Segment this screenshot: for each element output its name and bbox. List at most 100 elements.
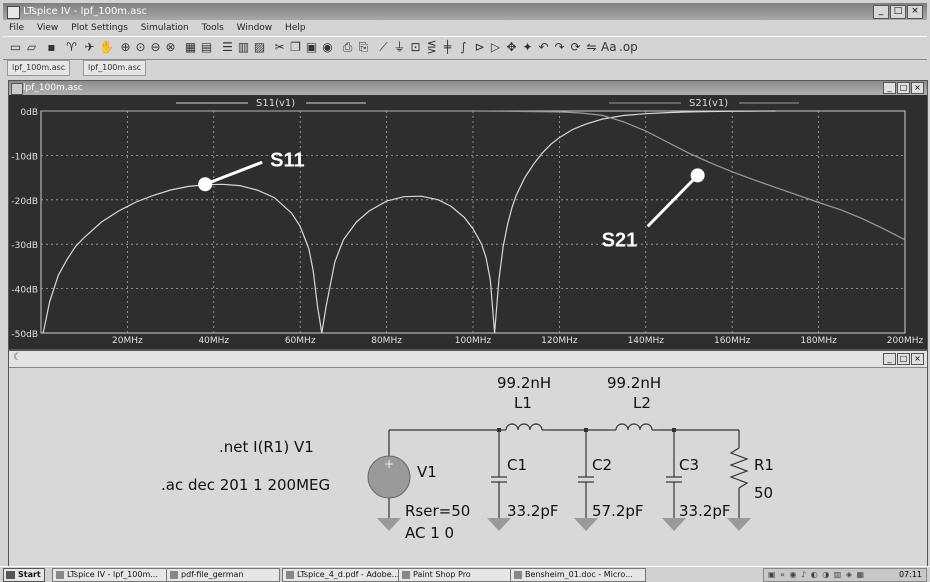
taskbar: Start LTspice IV - lpf_100m... pdf-file_…: [0, 566, 930, 582]
component-icon[interactable]: ▷: [489, 41, 502, 54]
menu-view[interactable]: View: [37, 23, 58, 33]
waveform-window-title: lpf_100m.asc: [23, 83, 83, 93]
pdf-icon: [286, 571, 294, 579]
resistor-icon[interactable]: ⋚: [425, 41, 438, 54]
print-icon[interactable]: ⎘: [357, 41, 370, 54]
series-line-s11v1[interactable]: [42, 110, 776, 334]
halt-icon[interactable]: ✋: [99, 41, 114, 54]
menu-help[interactable]: Help: [285, 23, 306, 33]
menu-simulation[interactable]: Simulation: [141, 23, 189, 33]
wire-icon[interactable]: ⟋: [377, 41, 390, 54]
l2-value: 99.2nH: [607, 374, 662, 392]
schematic-canvas[interactable]: + .net I(R1) V1 .ac dec 201 1 200MEG V1 …: [9, 368, 927, 567]
annotation-pointer: [204, 160, 263, 186]
clock: 07:11: [898, 570, 922, 579]
control-panel-icon[interactable]: ♈: [65, 41, 78, 54]
plus-icon: +: [384, 457, 394, 471]
schematic-restore-button[interactable]: □: [897, 353, 910, 365]
copy-icon[interactable]: ❐: [289, 41, 302, 54]
find-icon[interactable]: ◉: [321, 41, 334, 54]
text-icon[interactable]: Aa: [601, 41, 617, 54]
menu-file[interactable]: File: [9, 23, 24, 33]
drag-icon[interactable]: ✦: [521, 41, 534, 54]
menu-plot-settings[interactable]: Plot Settings: [71, 23, 128, 33]
new-schematic-icon[interactable]: ▭: [9, 41, 22, 54]
ac-directive[interactable]: .ac dec 201 1 200MEG: [161, 476, 330, 494]
taskbar-item-label: LTspice IV - lpf_100m...: [67, 570, 158, 579]
taskbar-item-ltspice[interactable]: LTspice IV - lpf_100m...: [52, 568, 178, 582]
schematic-close-button[interactable]: ×: [911, 353, 924, 365]
zoom-out-icon[interactable]: ⊖: [149, 41, 162, 54]
ground-icon[interactable]: ⏚: [393, 41, 406, 54]
start-button[interactable]: Start: [3, 568, 45, 582]
zoom-fit-icon[interactable]: ⊗: [164, 41, 177, 54]
open-icon[interactable]: ▱: [25, 41, 38, 54]
move-icon[interactable]: ✥: [505, 41, 518, 54]
pan-icon[interactable]: ⊙: [134, 41, 147, 54]
schematic-minimize-button[interactable]: _: [883, 353, 896, 365]
tray-icons[interactable]: ▣ « ◉ ♪ ◐ ◑ ▥ ◈ ▦: [768, 569, 865, 581]
net-directive[interactable]: .net I(R1) V1: [219, 438, 314, 456]
capacitor-icon[interactable]: ╪: [441, 41, 454, 54]
taskbar-item-word[interactable]: Bensheim_01.doc - Micro...: [510, 568, 646, 582]
taskbar-item-acrobat[interactable]: LTspice_4_d.pdf - Adobe...: [282, 568, 410, 582]
folder-icon: [170, 571, 178, 579]
redo-icon[interactable]: ↷: [553, 41, 566, 54]
x-tick-label: 60MHz: [285, 336, 316, 346]
cascade-icon[interactable]: ▨: [253, 41, 266, 54]
label-net-icon[interactable]: ⊡: [409, 41, 422, 54]
maximize-button[interactable]: □: [890, 5, 906, 19]
plot-area[interactable]: 0dB -10dB -20dB -30dB -40dB -50dB 20MHz 40MHz 60…: [9, 95, 927, 349]
r1-resistor[interactable]: [729, 447, 749, 489]
save-icon[interactable]: ▪: [45, 41, 58, 54]
plot-svg: 0dB -10dB -20dB -30dB -40dB -50dB 20MHz 40MHz 60…: [11, 98, 923, 346]
x-tick-label: 100MHz: [455, 336, 492, 346]
schematic-icon: ☾: [13, 352, 22, 363]
l2-inductor[interactable]: [615, 423, 653, 431]
tile-vertical-icon[interactable]: ▥: [237, 41, 250, 54]
legend-label[interactable]: S21(v1): [689, 98, 728, 109]
junction-node: [497, 428, 501, 432]
circuit-drawing: +: [367, 423, 751, 531]
close-button[interactable]: ×: [907, 5, 923, 19]
inductor-icon[interactable]: ∫: [457, 41, 470, 54]
menu-window[interactable]: Window: [237, 23, 273, 33]
taskbar-item-label: LTspice_4_d.pdf - Adobe...: [297, 570, 400, 579]
l1-value: 99.2nH: [497, 374, 552, 392]
paste-icon[interactable]: ▣: [305, 41, 318, 54]
waveform-minimize-button[interactable]: _: [883, 82, 896, 94]
undo-icon[interactable]: ↶: [537, 41, 550, 54]
tile-horizontal-icon[interactable]: ☰: [221, 41, 234, 54]
l1-inductor[interactable]: [505, 423, 543, 431]
schematic-title-bar: ☾ _ □ ×: [9, 351, 927, 368]
cut-icon[interactable]: ✂: [273, 41, 286, 54]
waveform-close-button[interactable]: ×: [911, 82, 924, 94]
tab-schematic[interactable]: lpf_100m.asc: [7, 60, 71, 76]
c2-value: 57.2pF: [592, 502, 644, 520]
autorange-icon[interactable]: ▦: [184, 41, 197, 54]
diode-icon[interactable]: ⊳: [473, 41, 486, 54]
ground-icon[interactable]: [377, 518, 401, 531]
legend-label[interactable]: S11(v1): [256, 98, 295, 109]
ground-icon[interactable]: [727, 518, 751, 531]
taskbar-item-paintshop[interactable]: Paint Shop Pro: [398, 568, 522, 582]
zoom-in-icon[interactable]: ⊕: [119, 41, 132, 54]
minimize-button[interactable]: _: [873, 5, 889, 19]
windows-logo-icon: [6, 571, 15, 579]
taskbar-item-folder[interactable]: pdf-file_german: [166, 568, 280, 582]
spice-directive-icon[interactable]: .op: [619, 41, 638, 54]
menu-tools[interactable]: Tools: [202, 23, 224, 33]
run-icon[interactable]: ✈: [83, 41, 96, 54]
rotate-icon[interactable]: ⟳: [569, 41, 582, 54]
c2-label: C2: [592, 456, 613, 474]
tab-waveform[interactable]: lpf_100m.asc: [83, 60, 147, 76]
series-line-s21v1[interactable]: [41, 110, 906, 241]
print-setup-icon[interactable]: ⎙: [341, 41, 354, 54]
mirror-icon[interactable]: ⇋: [585, 41, 598, 54]
waveform-restore-button[interactable]: □: [897, 82, 910, 94]
c1-label: C1: [507, 456, 528, 474]
menu-bar: File View Plot Settings Simulation Tools…: [3, 20, 927, 36]
y-tick-label: -20dB: [11, 197, 38, 207]
annotation-dot: [690, 168, 705, 183]
autorange-y-icon[interactable]: ▤: [200, 41, 213, 54]
